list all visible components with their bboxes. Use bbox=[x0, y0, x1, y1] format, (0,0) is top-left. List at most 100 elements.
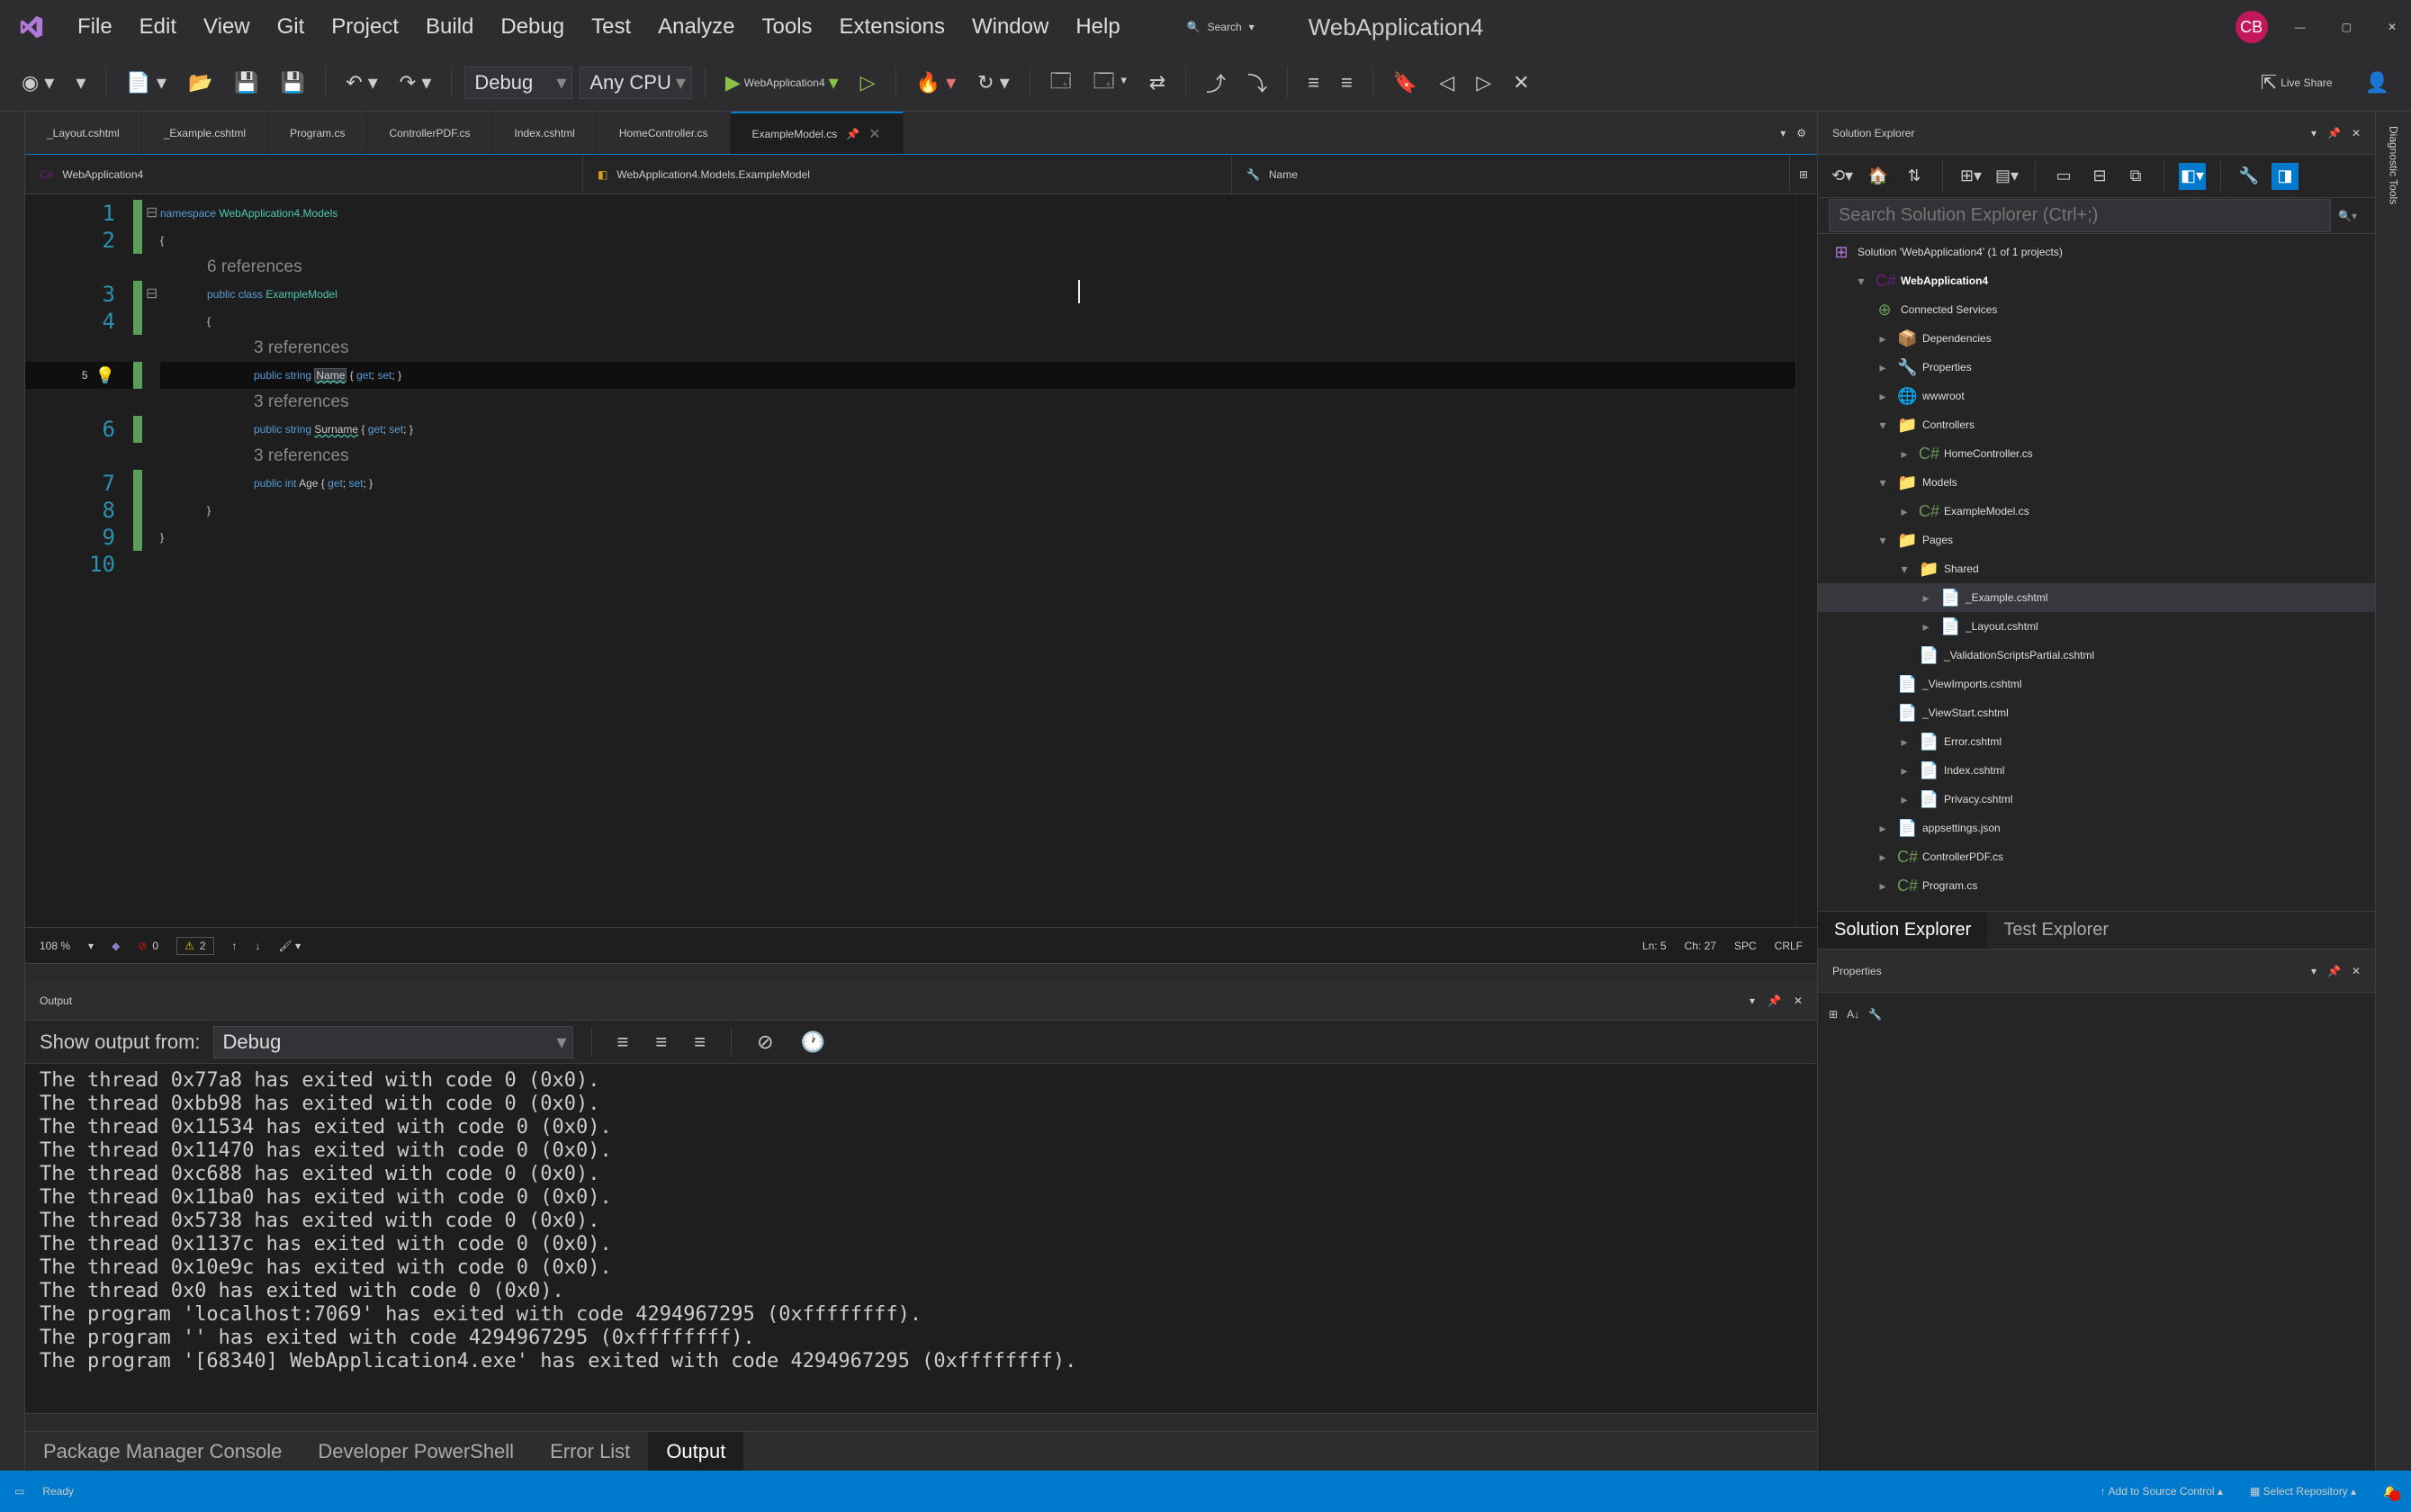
chevron-down-icon[interactable]: ▾ bbox=[1876, 475, 1890, 490]
horizontal-scrollbar[interactable] bbox=[25, 963, 1817, 981]
switch-view-icon[interactable]: ⊞▾ bbox=[1957, 163, 1984, 190]
panel-dropdown-icon[interactable]: ▾ bbox=[2311, 965, 2317, 977]
zoom-level[interactable]: 108 % bbox=[40, 940, 70, 952]
pin-icon[interactable]: 📌 bbox=[2327, 127, 2341, 140]
error-count[interactable]: ⊘0 bbox=[138, 940, 158, 952]
menu-help[interactable]: Help bbox=[1063, 9, 1132, 45]
tab-solution-explorer[interactable]: Solution Explorer bbox=[1818, 912, 1987, 949]
save-all-button[interactable]: 💾 bbox=[274, 66, 312, 100]
toggle-wrap-button[interactable]: ≡ bbox=[648, 1025, 674, 1059]
panel-close-icon[interactable]: ✕ bbox=[2352, 965, 2361, 977]
panel-dropdown-icon[interactable]: ▾ bbox=[2311, 127, 2317, 140]
panel-close-icon[interactable]: ✕ bbox=[2352, 127, 2361, 140]
uncomment-button[interactable]: ≡ bbox=[1334, 66, 1360, 100]
panel-dropdown-icon[interactable]: ▾ bbox=[1750, 994, 1755, 1007]
tree-node[interactable]: 📄_ValidationScriptsPartial.cshtml bbox=[1818, 641, 2375, 670]
home-icon[interactable]: 🏠 bbox=[1865, 163, 1892, 190]
tree-node[interactable]: ▸📄Error.cshtml bbox=[1818, 727, 2375, 756]
chevron-right-icon[interactable]: ▸ bbox=[1897, 734, 1912, 750]
menu-build[interactable]: Build bbox=[413, 9, 486, 45]
track-icon[interactable]: ◨ bbox=[2272, 163, 2299, 190]
overview-ruler[interactable] bbox=[1795, 194, 1817, 927]
chevron-right-icon[interactable]: ▸ bbox=[1876, 850, 1890, 865]
tab-output[interactable]: Output bbox=[648, 1432, 743, 1471]
menu-file[interactable]: File bbox=[65, 9, 125, 45]
menu-analyze[interactable]: Analyze bbox=[645, 9, 747, 45]
tree-node[interactable]: ▾📁Shared bbox=[1818, 554, 2375, 583]
restart-button[interactable]: ↻ ▾ bbox=[970, 66, 1017, 100]
sync-icon[interactable]: ⇅ bbox=[1901, 163, 1928, 190]
chevron-right-icon[interactable]: ▸ bbox=[1897, 763, 1912, 778]
health-icon[interactable]: ◆ bbox=[112, 940, 120, 952]
lightbulb-icon[interactable]: 💡 bbox=[95, 366, 115, 385]
code-content[interactable]: ⊟namespace WebApplication4.Models { 6 re… bbox=[142, 194, 1795, 927]
collapse-icon[interactable]: ⊟ bbox=[2086, 163, 2113, 190]
browse-button[interactable]: 🗔 bbox=[1043, 60, 1079, 105]
line-ending[interactable]: CRLF bbox=[1775, 940, 1803, 952]
undo-button[interactable]: ↶ ▾ bbox=[338, 66, 385, 100]
diagnostics-tab[interactable]: Diagnostic Tools bbox=[2388, 126, 2400, 204]
tree-node-selected[interactable]: ▸📄_Example.cshtml bbox=[1818, 583, 2375, 612]
pin-icon[interactable]: 📌 bbox=[1768, 994, 1781, 1007]
solution-search-input[interactable] bbox=[1829, 199, 2331, 232]
tab-homecontroller[interactable]: HomeController.cs bbox=[598, 112, 731, 154]
prev-issue-icon[interactable]: ↑ bbox=[232, 940, 238, 952]
chevron-right-icon[interactable]: ▸ bbox=[1876, 878, 1890, 894]
start-debug-button[interactable]: ▶ WebApplication4 ▾ bbox=[718, 66, 846, 100]
tab-powershell[interactable]: Developer PowerShell bbox=[300, 1432, 532, 1471]
tab-controllerpdf[interactable]: ControllerPDF.cs bbox=[367, 112, 492, 154]
tab-examplemodel[interactable]: ExampleModel.cs📌✕ bbox=[731, 112, 904, 154]
split-icon[interactable]: ⊞ bbox=[1799, 168, 1808, 181]
feedback-button[interactable]: 👤 bbox=[2358, 66, 2397, 100]
step-out-button[interactable]: ⤴ bbox=[1199, 63, 1233, 103]
maximize-icon[interactable]: ▢ bbox=[2342, 21, 2352, 33]
tree-node[interactable]: ▾📁Controllers bbox=[1818, 410, 2375, 439]
forward-nav-button[interactable]: ▾ bbox=[68, 66, 93, 100]
tree-node[interactable]: ▸📄Privacy.cshtml bbox=[1818, 785, 2375, 814]
tree-node[interactable]: ▸C#Program.cs bbox=[1818, 871, 2375, 900]
output-source-dropdown[interactable]: Debug bbox=[213, 1026, 573, 1058]
back-button[interactable]: ⟲▾ bbox=[1829, 163, 1856, 190]
platform-dropdown[interactable]: Any CPU bbox=[580, 67, 691, 99]
menu-git[interactable]: Git bbox=[265, 9, 318, 45]
nav-class-dropdown[interactable]: ◧WebApplication4.Models.ExampleModel bbox=[583, 155, 1232, 194]
menu-view[interactable]: View bbox=[191, 9, 263, 45]
tree-node[interactable]: ▸C#ControllerPDF.cs bbox=[1818, 842, 2375, 871]
codelens-references[interactable]: 3 references bbox=[160, 335, 1795, 362]
brush-icon[interactable]: 🖌 ▾ bbox=[279, 940, 301, 952]
tree-node[interactable]: 📄_ViewStart.cshtml bbox=[1818, 698, 2375, 727]
chevron-right-icon[interactable]: ▸ bbox=[1897, 446, 1912, 462]
codelens-references[interactable]: 3 references bbox=[160, 389, 1795, 416]
chevron-right-icon[interactable]: ▸ bbox=[1876, 331, 1890, 346]
tree-node[interactable]: ▸🔧Properties bbox=[1818, 353, 2375, 382]
new-item-button[interactable]: 📄 ▾ bbox=[119, 66, 174, 100]
tree-node[interactable]: ▸📦Dependencies bbox=[1818, 324, 2375, 353]
tree-node[interactable]: ▸📄Index.cshtml bbox=[1818, 756, 2375, 785]
select-repository[interactable]: ▦ Select Repository ▴ bbox=[2250, 1485, 2356, 1498]
tab-program[interactable]: Program.cs bbox=[268, 112, 367, 154]
live-share-button[interactable]: ⇱ Live Share bbox=[2254, 66, 2340, 100]
chevron-right-icon[interactable]: ▸ bbox=[1876, 360, 1890, 375]
tree-node[interactable]: ▸📄_Layout.cshtml bbox=[1818, 612, 2375, 641]
zoom-dropdown-icon[interactable]: ▾ bbox=[88, 940, 94, 952]
tab-index[interactable]: Index.cshtml bbox=[492, 112, 597, 154]
alphabetical-icon[interactable]: A↓ bbox=[1847, 1008, 1859, 1021]
menu-extensions[interactable]: Extensions bbox=[827, 9, 958, 45]
fold-icon[interactable]: ⊟ bbox=[146, 281, 157, 308]
next-bookmark-button[interactable]: ▷ bbox=[1469, 66, 1498, 100]
nav-scope-dropdown[interactable]: C#WebApplication4 bbox=[25, 155, 583, 194]
pin-icon[interactable]: 📌 bbox=[2327, 965, 2341, 977]
hot-reload-button[interactable]: 🔥 ▾ bbox=[909, 66, 964, 100]
tab-example-cshtml[interactable]: _Example.cshtml bbox=[142, 112, 268, 154]
tree-node[interactable]: ⊕Connected Services bbox=[1818, 295, 2375, 324]
properties-icon[interactable]: 🔧 bbox=[2236, 163, 2263, 190]
filter-button[interactable]: ⊘ bbox=[750, 1025, 780, 1059]
output-badge-icon[interactable]: ▭ bbox=[14, 1485, 24, 1498]
clear-bookmarks-button[interactable]: ✕ bbox=[1506, 66, 1536, 100]
open-button[interactable]: 📂 bbox=[181, 66, 220, 100]
preview-icon[interactable]: ◧▾ bbox=[2179, 163, 2206, 190]
tree-node[interactable]: ▾📁Pages bbox=[1818, 526, 2375, 554]
insert-mode[interactable]: SPC bbox=[1734, 940, 1757, 952]
tab-pmc[interactable]: Package Manager Console bbox=[25, 1432, 300, 1471]
menu-project[interactable]: Project bbox=[319, 9, 411, 45]
